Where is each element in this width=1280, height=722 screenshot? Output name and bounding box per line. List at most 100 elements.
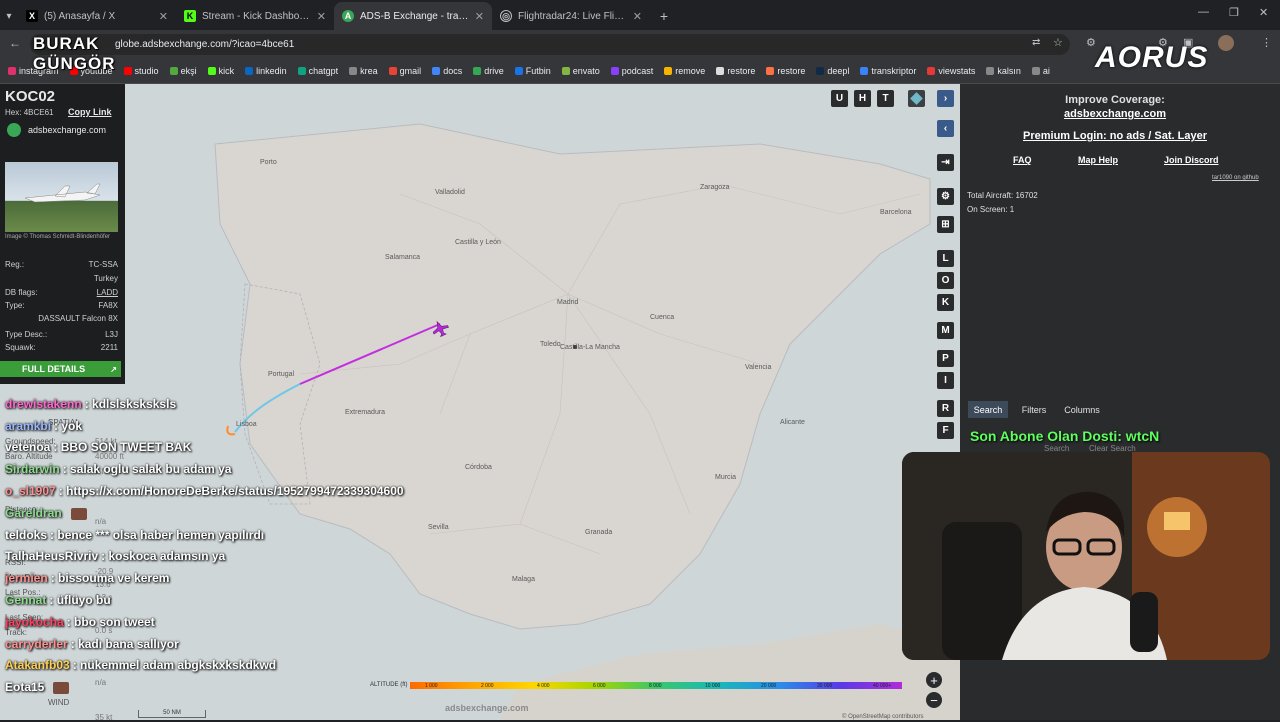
- bookmark-item[interactable]: remove: [664, 66, 705, 76]
- chat-username[interactable]: jayokocha: [5, 615, 64, 629]
- map-control-o-button[interactable]: O: [937, 272, 954, 289]
- menu-dots-icon[interactable]: ⋮: [1261, 36, 1272, 49]
- map-control-i-button[interactable]: I: [937, 372, 954, 389]
- map-help-link[interactable]: Map Help: [1078, 155, 1118, 165]
- map-control-m-button[interactable]: M: [937, 322, 954, 339]
- chat-username[interactable]: jermien: [5, 571, 48, 585]
- chat-username[interactable]: Eota15: [5, 680, 44, 694]
- chat-username[interactable]: carryderler: [5, 637, 68, 651]
- bookmark-icon: [986, 66, 995, 75]
- bookmark-item[interactable]: studio: [123, 66, 159, 76]
- control-u-button[interactable]: U: [831, 90, 848, 107]
- close-icon[interactable]: ✕: [317, 10, 326, 23]
- bookmark-item[interactable]: viewstats: [927, 66, 975, 76]
- tab-twitter[interactable]: X (5) Anasayfa / X ✕: [18, 2, 176, 30]
- chat-username[interactable]: o_sl1907: [5, 484, 56, 498]
- close-icon[interactable]: ✕: [159, 10, 168, 23]
- close-icon[interactable]: ✕: [475, 10, 484, 23]
- map-control-l-button[interactable]: L: [937, 250, 954, 267]
- map-control-r-button[interactable]: R: [937, 400, 954, 417]
- bookmark-item[interactable]: deepl: [816, 66, 849, 76]
- bookmark-item[interactable]: linkedin: [245, 66, 287, 76]
- bookmark-item[interactable]: podcast: [610, 66, 653, 76]
- chat-separator: :: [53, 440, 61, 454]
- db-value[interactable]: LADD: [97, 288, 118, 297]
- github-link[interactable]: tar1090 on github: [1212, 175, 1259, 181]
- chevron-left-icon[interactable]: ‹: [937, 120, 954, 137]
- map-label: Granada: [585, 529, 612, 536]
- bookmark-item[interactable]: drive: [473, 66, 504, 76]
- chevron-right-icon[interactable]: ›: [937, 90, 954, 107]
- join-discord-link[interactable]: Join Discord: [1164, 155, 1219, 165]
- tab-filters[interactable]: Filters: [1012, 401, 1056, 418]
- map-label: Extremadura: [345, 409, 385, 416]
- tab-kick[interactable]: K Stream - Kick Dashboard ✕: [176, 2, 334, 30]
- faq-link[interactable]: FAQ: [1013, 155, 1032, 165]
- bookmark-icon: [245, 66, 254, 75]
- tab-columns[interactable]: Columns: [1060, 401, 1104, 418]
- bookmark-label: restore: [727, 65, 756, 76]
- bookmark-item[interactable]: ekşi: [169, 66, 197, 76]
- bookmark-star-icon[interactable]: ☆: [1053, 36, 1063, 49]
- back-arrow-icon[interactable]: ←: [9, 36, 21, 50]
- bookmark-item[interactable]: kalsın: [986, 66, 1021, 76]
- full-details-button[interactable]: FULL DETAILS ↗: [0, 361, 121, 377]
- chat-username[interactable]: Gareldran: [5, 506, 62, 520]
- bookmark-item[interactable]: docs: [432, 66, 462, 76]
- copy-link-button[interactable]: Copy Link: [68, 107, 112, 117]
- bookmark-item[interactable]: kick: [207, 66, 234, 76]
- chat-username[interactable]: Atakanfb03: [5, 658, 70, 672]
- tab-flightradar[interactable]: ◎ Flightradar24: Live Flight Tracker ✕: [492, 2, 650, 30]
- map-label: Murcia: [715, 474, 736, 481]
- bookmark-item[interactable]: chatgpt: [297, 66, 338, 76]
- maximize-icon[interactable]: ❐: [1229, 6, 1239, 19]
- layers-icon[interactable]: [908, 90, 925, 107]
- chat-username[interactable]: vetenoa: [5, 440, 50, 454]
- chat-text: bence *** olsa haber hemen yapılırdı: [57, 528, 265, 542]
- window-close-icon[interactable]: ✕: [1259, 6, 1268, 19]
- aircraft-photo[interactable]: [5, 162, 118, 232]
- premium-login-link[interactable]: Premium Login: no ads / Sat. Layer: [960, 130, 1270, 142]
- chat-username[interactable]: Sirdarwin: [5, 462, 60, 476]
- bookmark-item[interactable]: Futbin: [514, 66, 551, 76]
- bookmark-item[interactable]: envato: [561, 66, 600, 76]
- bookmark-item[interactable]: restore: [716, 66, 755, 76]
- url-input[interactable]: globe.adsbexchange.com/?icao=4bce61: [30, 34, 1070, 55]
- tab-list-icon[interactable]: ▾: [0, 2, 18, 30]
- chat-username[interactable]: TalhaHeusRivriv: [5, 549, 98, 563]
- bookmark-item[interactable]: gmail: [388, 65, 422, 76]
- zoom-in-button[interactable]: +: [926, 672, 942, 688]
- map-control-f-button[interactable]: F: [937, 422, 954, 439]
- sitemap-icon[interactable]: ⊞: [937, 216, 954, 233]
- tab-search[interactable]: Search: [968, 401, 1008, 418]
- bookmark-item[interactable]: restore: [766, 66, 805, 76]
- streamer-logo: BURAK GÜNGÖR: [33, 34, 123, 78]
- chat-username[interactable]: aramkbi: [5, 419, 51, 433]
- chat-separator: :: [58, 484, 67, 498]
- bookmark-item[interactable]: ai: [1031, 66, 1050, 76]
- bookmark-item[interactable]: krea: [349, 66, 378, 76]
- new-tab-button[interactable]: +: [650, 2, 678, 30]
- chat-username[interactable]: Gennat: [5, 593, 46, 607]
- chat-text: kdlslsksksksls: [92, 397, 177, 411]
- chat-username[interactable]: drewistakenn: [5, 397, 82, 411]
- tab-adsb[interactable]: A ADS-B Exchange - track aircraft ✕: [334, 2, 492, 30]
- control-h-button[interactable]: H: [854, 90, 871, 107]
- osm-attribution[interactable]: © OpenStreetMap contributors: [842, 714, 923, 720]
- bookmark-label: gmail: [399, 65, 422, 76]
- improve-coverage-link[interactable]: adsbexchange.com: [960, 108, 1270, 120]
- login-icon[interactable]: ⇥: [937, 154, 954, 171]
- site-link[interactable]: adsbexchange.com: [28, 125, 106, 135]
- map-control-p-button[interactable]: P: [937, 350, 954, 367]
- map-label: Portugal: [268, 371, 295, 378]
- zoom-out-button[interactable]: −: [926, 692, 942, 708]
- minimize-icon[interactable]: —: [1198, 6, 1209, 18]
- bookmark-item[interactable]: transkriptor: [860, 66, 916, 76]
- chat-username[interactable]: teldoks: [5, 528, 47, 542]
- altitude-tick: 8 000: [649, 683, 662, 689]
- gear-icon[interactable]: ⚙: [937, 188, 954, 205]
- translate-icon[interactable]: ⇄: [1032, 37, 1040, 48]
- control-t-button[interactable]: T: [877, 90, 894, 107]
- close-icon[interactable]: ✕: [633, 10, 642, 23]
- map-control-k-button[interactable]: K: [937, 294, 954, 311]
